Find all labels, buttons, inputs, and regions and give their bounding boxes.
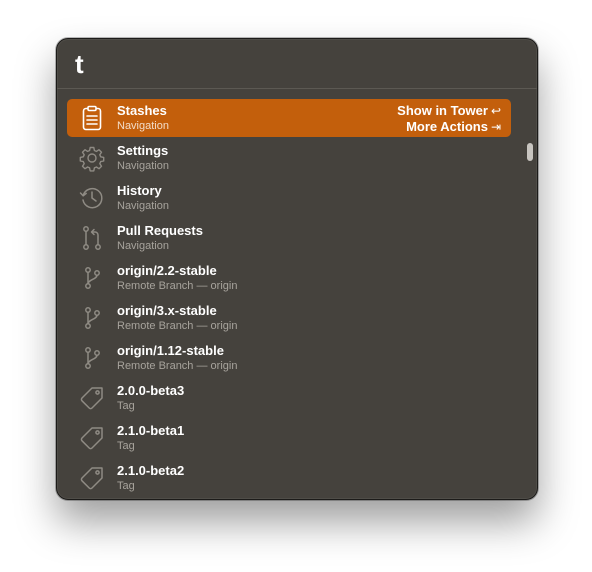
result-row-stashes[interactable]: Stashes Navigation Show in Tower ↩ More A… <box>67 99 511 137</box>
clock-history-icon <box>77 183 107 213</box>
result-subtitle: Navigation <box>117 120 169 132</box>
show-in-tower-label: Show in Tower <box>397 103 488 118</box>
result-title: origin/1.12-stable <box>117 343 224 358</box>
results-list: Stashes Navigation Show in Tower ↩ More A… <box>57 89 537 499</box>
clipboard-icon <box>77 103 107 133</box>
branch-icon <box>77 343 107 373</box>
result-title: origin/3.x-stable <box>117 303 217 318</box>
scrollbar-thumb[interactable] <box>527 143 533 161</box>
result-subtitle: Tag <box>117 440 135 452</box>
result-subtitle: Remote Branch — origin <box>117 280 238 292</box>
result-row-tag[interactable]: 2.0.0-beta3 Tag <box>67 379 511 417</box>
search-bar <box>57 39 537 89</box>
more-actions-action[interactable]: More Actions ⇥ <box>397 119 501 135</box>
more-actions-label: More Actions <box>406 119 488 134</box>
result-subtitle: Remote Branch — origin <box>117 360 238 372</box>
tag-icon <box>77 423 107 453</box>
row-actions: Show in Tower ↩ More Actions ⇥ <box>397 103 501 135</box>
command-palette-window: Stashes Navigation Show in Tower↩ More A… <box>56 38 538 500</box>
result-subtitle: Tag <box>117 400 135 412</box>
gear-icon <box>77 143 107 173</box>
pull-request-icon <box>77 223 107 253</box>
search-input[interactable] <box>75 49 495 79</box>
result-subtitle: Navigation <box>117 200 169 212</box>
tag-icon <box>77 383 107 413</box>
result-subtitle: Navigation <box>117 160 169 172</box>
result-row-settings[interactable]: Settings Navigation <box>67 139 511 177</box>
result-title: Settings <box>117 143 169 158</box>
result-title: History <box>117 183 162 198</box>
result-row-tag[interactable]: 2.1.0-beta2 Tag <box>67 459 511 497</box>
result-title: origin/2.2-stable <box>117 263 217 278</box>
result-title: 2.0.0-beta3 <box>117 383 185 398</box>
result-row-tag[interactable]: 2.1.0-beta1 Tag <box>67 419 511 457</box>
result-row-history[interactable]: History Navigation <box>67 179 511 217</box>
result-title: 2.1.0-beta1 <box>117 423 185 438</box>
branch-icon <box>77 303 107 333</box>
result-subtitle: Navigation <box>117 240 169 252</box>
return-key-icon: ↩ <box>490 104 501 118</box>
branch-icon <box>77 263 107 293</box>
result-title: 2.1.0-beta2 <box>117 463 185 478</box>
result-row-branch[interactable]: origin/3.x-stable Remote Branch — origin <box>67 299 511 337</box>
tag-icon <box>77 463 107 493</box>
result-title: Stashes <box>117 103 167 118</box>
result-row-branch[interactable]: origin/2.2-stable Remote Branch — origin <box>67 259 511 297</box>
result-row-branch[interactable]: origin/1.12-stable Remote Branch — origi… <box>67 339 511 377</box>
tab-key-icon: ⇥ <box>490 120 501 134</box>
result-subtitle: Tag <box>117 480 135 492</box>
result-subtitle: Remote Branch — origin <box>117 320 238 332</box>
show-in-tower-action[interactable]: Show in Tower ↩ <box>397 103 501 119</box>
result-row-pull-requests[interactable]: Pull Requests Navigation <box>67 219 511 257</box>
result-title: Pull Requests <box>117 223 203 238</box>
